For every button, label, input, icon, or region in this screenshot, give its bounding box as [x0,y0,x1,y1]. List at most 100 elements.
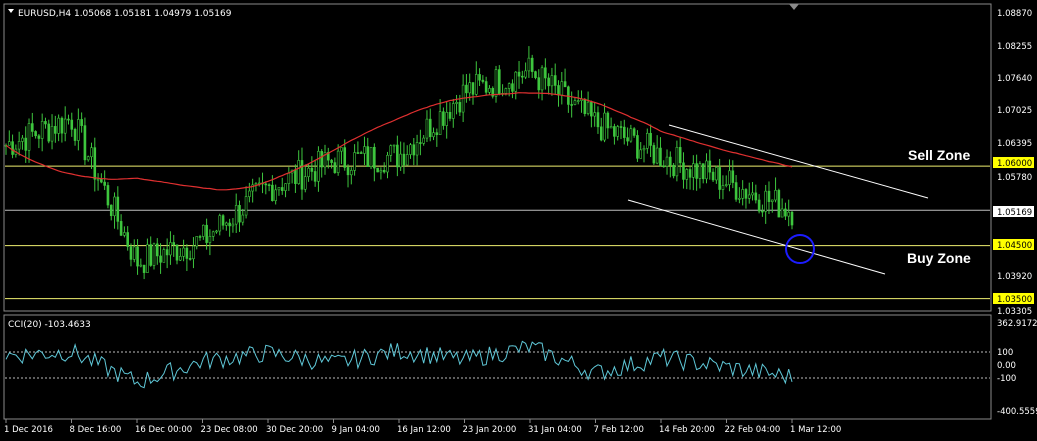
candle-body [392,144,396,147]
candle-body [616,126,619,137]
candle-body [652,145,656,164]
candle-body [83,125,87,161]
candle-body [665,156,669,167]
candle-body [54,126,57,134]
trading-chart[interactable]: EURUSD,H4 1.05068 1.05181 1.04979 1.0516… [0,0,1037,441]
candle-body [534,71,537,78]
candle-body [228,222,231,227]
candle-body [422,137,425,144]
candle-body [692,163,695,178]
candle-body [340,147,343,152]
candle-body [442,111,445,126]
candle-body [672,164,675,177]
candle-body [313,171,317,182]
price-tick: 1.03305 [997,307,1032,317]
candle-body [106,185,110,206]
candle-body [146,244,149,273]
level-label-1.045: 1.04500 [997,241,1032,251]
candle-body [267,184,271,186]
candle-body [606,112,610,129]
candle-body [63,118,67,134]
candle-body [31,123,34,132]
candle-body [126,232,129,247]
candle-body [333,162,337,173]
candle-body [770,199,774,202]
cci-label: CCI(20) -103.4633 [8,320,91,330]
candle-body [708,160,712,173]
candle-body [583,98,587,114]
candle-body [659,147,662,167]
candle-body [409,144,412,155]
candle-body [695,163,698,179]
candle-body [685,169,689,180]
candle-body [24,137,28,151]
candle-body [103,181,106,186]
candle-body [780,208,784,218]
candle-body [711,171,715,181]
candle-body [481,79,485,82]
time-label: 14 Feb 20:00 [659,425,715,435]
candle-body [655,147,659,164]
candle-body [642,148,646,151]
candle-body [767,190,771,202]
time-label: 9 Jan 04:00 [332,425,380,435]
candle-body [787,211,791,217]
level-label-1.06: 1.06000 [997,159,1032,169]
candle-body [537,77,541,91]
candle-body [435,132,439,135]
candle-body [573,100,577,105]
candle-body [494,69,498,97]
candle-body [93,147,97,180]
candle-body [353,152,356,171]
candle-body [498,69,501,95]
candle-body [376,167,379,173]
time-label: 7 Feb 12:00 [594,425,644,435]
candle-body [632,128,636,136]
candle-body [754,192,758,201]
candle-body [458,102,462,113]
candle-body [350,170,353,176]
cci-tick: 100 [997,348,1013,358]
candle-body [330,159,333,163]
buy-zone-label: Buy Zone [907,250,971,266]
candle-body [359,152,363,154]
candle-body [738,197,741,200]
candle-body [162,249,166,263]
candle-body [751,192,754,196]
candle-body [514,71,518,92]
candle-body [544,67,547,79]
candle-body [221,215,225,226]
candle-body [77,119,80,141]
candle-body [488,88,491,93]
candle-body [715,167,718,181]
time-label: 1 Mar 12:00 [790,425,841,435]
candle-body [356,152,360,154]
candle-body [132,246,136,260]
candle-body [757,199,761,212]
candle-body [136,246,139,267]
candle-body [688,169,692,178]
candle-body [169,242,172,256]
cci-tick: 0.00 [997,361,1016,371]
candle-body [389,145,393,156]
candle-body [277,187,281,191]
candle-body [649,132,652,146]
candle-body [310,167,314,172]
time-label: 1 Dec 2016 [4,425,53,435]
candle-body [40,121,44,139]
candle-body [37,135,41,139]
candle-body [484,81,488,93]
candle-body [425,118,429,139]
candle-body [402,153,406,166]
candle-body [294,169,297,184]
candle-body [468,82,472,94]
candle-body [202,224,205,237]
candle-body [205,224,208,243]
candle-body [432,132,435,138]
candle-body [57,117,60,134]
candle-body [731,170,735,183]
candle-body [123,232,126,236]
candle-body [527,57,531,72]
candle-body [593,112,596,117]
candle-body [576,100,580,102]
